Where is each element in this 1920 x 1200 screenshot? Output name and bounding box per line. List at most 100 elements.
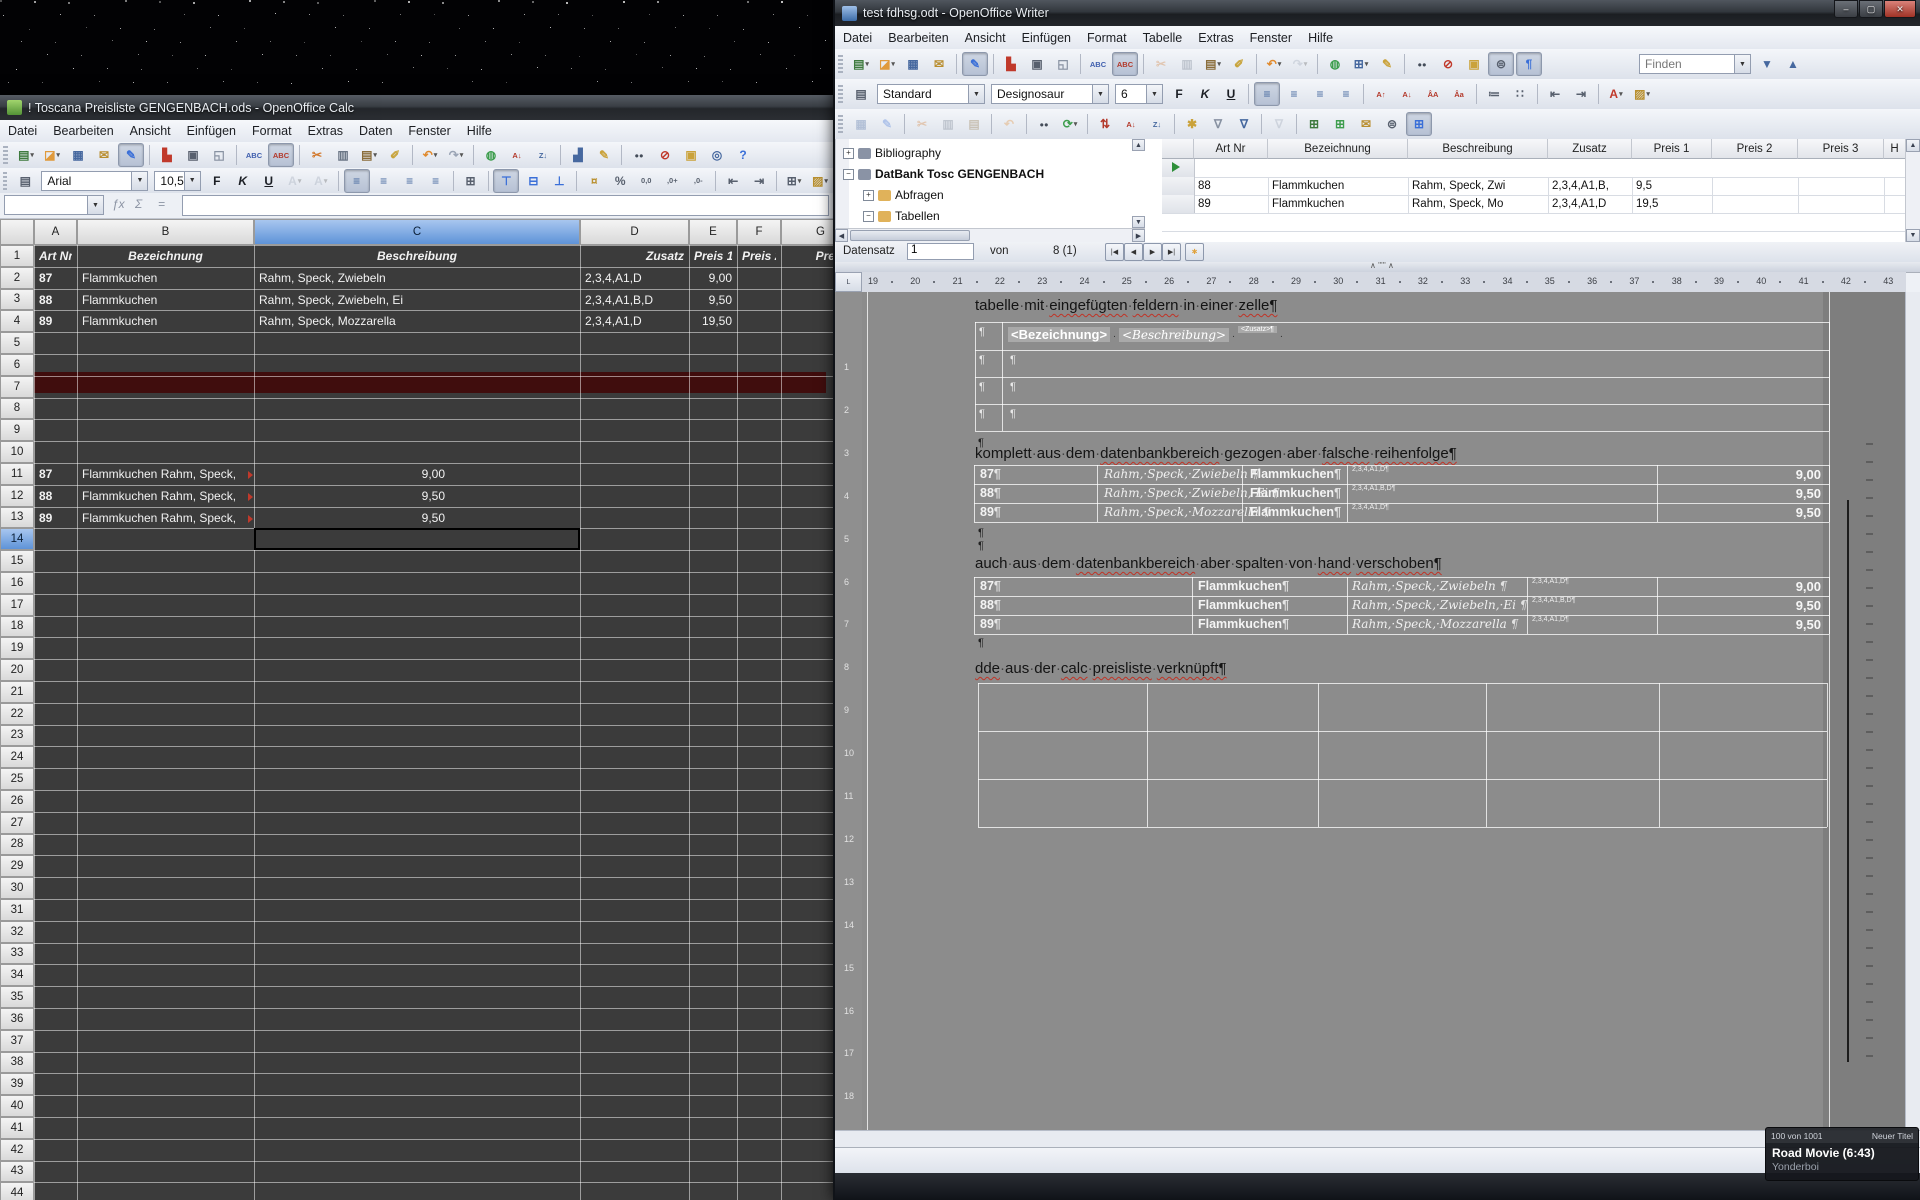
toolbar-grip[interactable]	[838, 115, 843, 133]
row-header-38[interactable]: 38	[0, 1052, 34, 1074]
page-preview-icon[interactable]: ◱	[1051, 53, 1075, 75]
cell-B12[interactable]: Flammkuchen Rahm, Speck,	[82, 486, 250, 508]
calc-titlebar[interactable]: ! Toscana Preisliste GENGENBACH.ods - Op…	[0, 95, 833, 120]
align-justify-icon[interactable]: ≡	[1334, 83, 1358, 105]
valign-center-icon[interactable]: ⊟	[521, 170, 545, 192]
new-document-icon-dropdown[interactable]: ▾	[30, 151, 34, 159]
print-icon[interactable]: ▣	[181, 144, 205, 166]
row-header-18[interactable]: 18	[0, 616, 34, 638]
doc-table-cell[interactable]: 9,00	[1661, 579, 1821, 594]
align-right-icon[interactable]: ≡	[398, 170, 422, 192]
column-header-G[interactable]: G	[781, 219, 833, 245]
sort-ascending-icon[interactable]: A↓	[1119, 113, 1143, 135]
find-replace-icon[interactable]: ●●	[1410, 53, 1434, 75]
format-paintbrush-icon[interactable]: ✐	[1227, 53, 1251, 75]
vertical-ruler[interactable]: 123456789101112131415161718	[835, 292, 863, 1130]
navigator-icon[interactable]: ⊘	[653, 144, 677, 166]
paste-icon-dropdown[interactable]: ▾	[373, 151, 377, 159]
toolbar-grip[interactable]	[3, 146, 8, 164]
ds-scroll-up-icon[interactable]: ▲	[1906, 139, 1920, 152]
tree-scroll-right-icon[interactable]: ▶	[1132, 229, 1145, 242]
sort-descending-icon[interactable]: Z↓	[531, 144, 555, 166]
ds-column-header-bezeichnung[interactable]: Bezeichnung	[1268, 139, 1408, 159]
copy-icon[interactable]: ▥	[331, 144, 355, 166]
draw-functions-icon[interactable]: ✎	[1375, 53, 1399, 75]
record-selector-cell[interactable]	[1162, 195, 1195, 214]
redo-icon[interactable]: ↷▾	[1288, 53, 1312, 75]
undo-icon[interactable]: ↶▾	[418, 144, 442, 166]
print-icon[interactable]: ▣	[1025, 53, 1049, 75]
cut-icon[interactable]: ✂	[910, 113, 934, 135]
calc-font-size-combo[interactable]: 10,5▼	[154, 171, 200, 191]
mail-merge-field[interactable]: <Bezeichnung>	[1008, 327, 1110, 342]
row-header-43[interactable]: 43	[0, 1161, 34, 1183]
draw-functions-icon[interactable]: ✎	[592, 144, 616, 166]
borders-icon-dropdown[interactable]: ▾	[798, 177, 802, 185]
row-header-31[interactable]: 31	[0, 899, 34, 921]
undo-icon-dropdown[interactable]: ▾	[1278, 60, 1282, 68]
doc-table-cell[interactable]: 9,50	[1661, 598, 1821, 613]
horizontal-ruler[interactable]: 1920212223242526272829303132333435363738…	[862, 272, 1906, 293]
column-header-B[interactable]: B	[77, 219, 254, 245]
underline-icon[interactable]: U	[257, 170, 281, 192]
mail-merge-field[interactable]: <Zusatz>¶	[1238, 326, 1277, 333]
row-header-29[interactable]: 29	[0, 855, 34, 877]
tree-hscroll-thumb[interactable]	[850, 230, 970, 241]
doc-table-cell[interactable]: 9,50	[1661, 617, 1821, 632]
ds-column-header-preis-1[interactable]: Preis 1	[1632, 139, 1712, 159]
row-header-42[interactable]: 42	[0, 1139, 34, 1161]
row-header-9[interactable]: 9	[0, 419, 34, 441]
help-icon[interactable]: ?	[731, 144, 755, 166]
doc-table-cell[interactable]: Rahm,·Speck,·Zwiebeln ¶	[1104, 467, 1238, 481]
ds-vscrollbar[interactable]	[1905, 139, 1920, 242]
row-header-34[interactable]: 34	[0, 964, 34, 986]
menu-extras[interactable]: Extras	[1190, 28, 1241, 48]
decrease-indent-icon[interactable]: ⇤	[721, 170, 745, 192]
bullet-list-icon[interactable]: ∷	[1508, 83, 1532, 105]
formula-input[interactable]	[182, 195, 829, 216]
doc-table-cell[interactable]: 87¶	[980, 467, 1093, 481]
data-to-text-icon[interactable]: ⊞	[1302, 113, 1326, 135]
sort-ascending-icon[interactable]: A↓	[505, 144, 529, 166]
table-icon[interactable]: ⊞▾	[1349, 53, 1373, 75]
row-header-39[interactable]: 39	[0, 1073, 34, 1095]
row-header-8[interactable]: 8	[0, 398, 34, 420]
equals-icon[interactable]: =	[158, 197, 165, 211]
chart-icon[interactable]: ▟	[566, 144, 590, 166]
tree-scroll-up-icon[interactable]: ▲	[1132, 139, 1145, 151]
row-header-19[interactable]: 19	[0, 637, 34, 659]
toolbar-grip[interactable]	[3, 172, 7, 190]
calc-spreadsheet-grid[interactable]: ABCDEFG123456789101112131415161718192021…	[0, 219, 833, 1200]
header-cell-A[interactable]: Art Nr	[39, 246, 72, 268]
undo-icon[interactable]: ↶▾	[1262, 53, 1286, 75]
row-header-40[interactable]: 40	[0, 1095, 34, 1117]
ds-cell[interactable]: 2,3,4,A1,B,	[1552, 177, 1628, 195]
refresh-icon-dropdown[interactable]: ▾	[1074, 120, 1078, 128]
save-record-icon[interactable]: ▦	[849, 113, 873, 135]
italic-icon[interactable]: K	[231, 170, 255, 192]
header-cell-C[interactable]: Beschreibung	[259, 246, 575, 268]
uppercase-icon[interactable]: ÂA	[1421, 83, 1445, 105]
ds-column-header-art-nr[interactable]: Art Nr	[1194, 139, 1268, 159]
last-record-icon[interactable]: ▶|	[1162, 243, 1181, 261]
new-document-icon[interactable]: ▤▾	[849, 53, 873, 75]
tree-expander-icon[interactable]: −	[863, 211, 874, 222]
align-left-icon[interactable]: ≡	[1254, 82, 1280, 106]
open-icon-dropdown[interactable]: ▾	[891, 60, 895, 68]
menu-format[interactable]: Format	[1079, 28, 1135, 48]
valign-bottom-icon[interactable]: ⊥	[547, 170, 571, 192]
ds-cell[interactable]: Rahm, Speck, Zwi	[1412, 159, 1544, 177]
pdf-export-icon[interactable]: ▙	[155, 144, 179, 166]
header-cell-D[interactable]: Zusatz	[585, 246, 684, 268]
align-center-icon[interactable]: ≡	[372, 170, 396, 192]
menu-hilfe[interactable]: Hilfe	[459, 121, 500, 141]
autospellcheck-icon[interactable]: ABC	[1112, 52, 1138, 76]
cell-name-box[interactable]: ▼	[4, 195, 104, 215]
document-area[interactable]: ¶tabelle·mit·eingefügten·feldern·in·eine…	[862, 292, 1906, 1130]
table-icon-dropdown[interactable]: ▾	[1365, 60, 1369, 68]
highlight-color-icon-dropdown[interactable]: ▾	[324, 177, 328, 185]
edit-data-icon[interactable]: ✎	[875, 113, 899, 135]
tree-item-abfragen[interactable]: +Abfragen	[863, 187, 944, 203]
calc-font-name-combo-dropdown-icon[interactable]: ▼	[131, 172, 147, 190]
grow-font-icon[interactable]: A↑	[1369, 83, 1393, 105]
